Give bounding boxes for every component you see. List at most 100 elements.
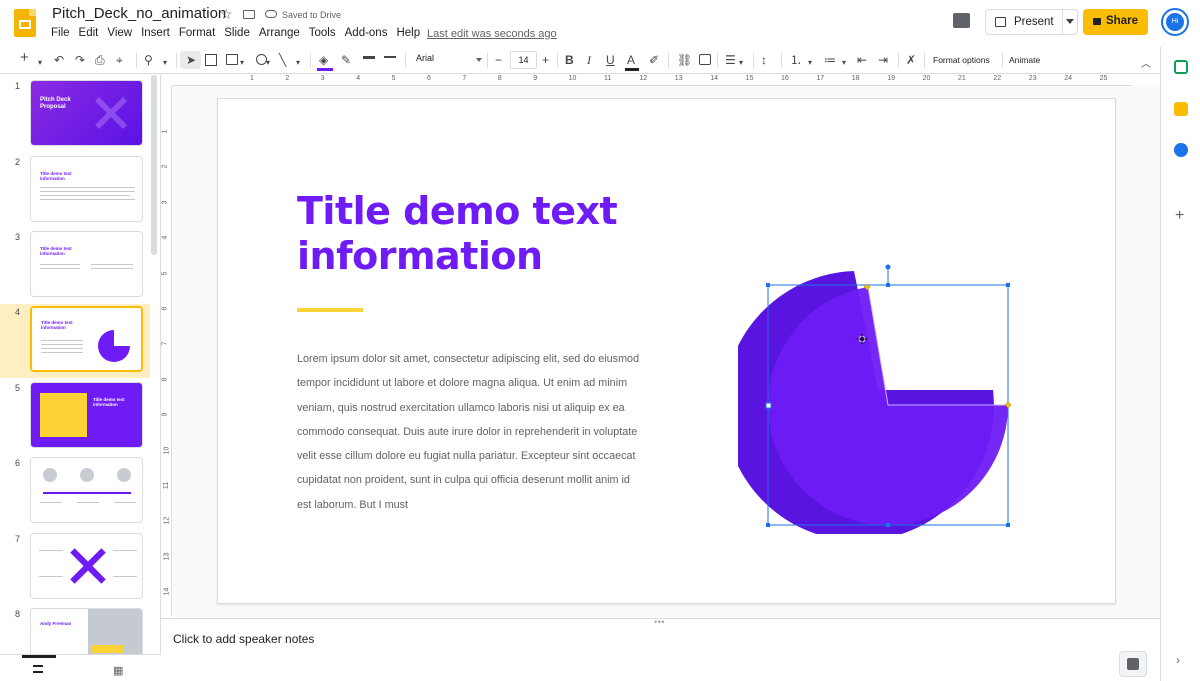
numbered-list-icon[interactable]: ⒈	[790, 52, 802, 68]
text-box-icon[interactable]	[205, 54, 217, 66]
resize-handle-bl	[766, 523, 770, 527]
menu-insert[interactable]: Insert	[141, 27, 170, 39]
print-icon[interactable]: ⎙	[95, 52, 105, 68]
menu-addons[interactable]: Add-ons	[345, 27, 388, 39]
decrease-font-size-icon[interactable]: −	[495, 52, 502, 68]
menu-help[interactable]: Help	[396, 27, 420, 39]
tasks-icon[interactable]	[1174, 143, 1188, 157]
comment-history-icon[interactable]	[953, 13, 970, 28]
fill-color-icon[interactable]: ◈	[319, 52, 328, 68]
line-spacing-icon[interactable]: ↕	[761, 52, 767, 68]
clear-formatting-icon[interactable]: ✗	[906, 52, 916, 68]
add-comment-icon[interactable]	[699, 54, 711, 65]
ruler-h-number: 9	[533, 75, 538, 82]
paint-format-icon[interactable]: ⌖	[116, 52, 123, 68]
slide-thumbnail-2[interactable]: Title demo text information	[30, 156, 143, 222]
numbered-list-dropdown-icon[interactable]: ▾	[808, 55, 812, 71]
zoom-icon[interactable]: ⚲	[144, 52, 153, 68]
undo-icon[interactable]: ↶	[54, 52, 64, 68]
slide-body-text[interactable]: Lorem ipsum dolor sit amet, consectetur …	[297, 347, 642, 517]
add-addon-icon[interactable]: +	[1175, 207, 1184, 225]
new-slide-dropdown-icon[interactable]: ▾	[38, 55, 42, 71]
slide-canvas[interactable]: Title demo text information Lorem ipsum …	[217, 98, 1116, 604]
menu-edit[interactable]: Edit	[79, 27, 99, 39]
slide-thumbnail-7[interactable]	[30, 533, 143, 599]
new-slide-icon[interactable]: +	[20, 50, 29, 66]
present-button[interactable]: Present	[985, 9, 1078, 35]
slide-thumbnail-6[interactable]	[30, 457, 143, 523]
menu-view[interactable]: View	[107, 27, 132, 39]
explore-button[interactable]	[1119, 651, 1147, 677]
collapse-toolbar-icon[interactable]: ︿	[1141, 55, 1151, 70]
slide-title[interactable]: Title demo text information	[297, 189, 677, 279]
increase-indent-icon[interactable]: ⇥	[878, 52, 888, 68]
bulleted-list-dropdown-icon[interactable]: ▾	[842, 55, 846, 71]
star-icon[interactable]: ☆	[220, 6, 233, 23]
format-options-button[interactable]: Format options	[933, 55, 990, 65]
filmstrip: 1 Pitch Deck Proposal 2 Title demo text …	[0, 75, 161, 681]
border-dash-icon[interactable]	[384, 56, 396, 58]
slide-thumbnail-4[interactable]: Title demo text information	[30, 306, 143, 372]
bold-icon[interactable]: B	[565, 52, 574, 68]
last-edit-link[interactable]: Last edit was seconds ago	[427, 28, 557, 40]
select-cursor-icon[interactable]: ➤	[186, 52, 196, 68]
underline-icon[interactable]: U	[606, 52, 615, 68]
menu-file[interactable]: File	[51, 27, 70, 39]
increase-font-size-icon[interactable]: +	[542, 52, 549, 68]
menu-slide[interactable]: Slide	[224, 27, 250, 39]
slide-number: 6	[15, 458, 21, 468]
align-icon[interactable]: ☰	[725, 52, 736, 68]
ruler-h-number: 20	[922, 75, 931, 82]
ruler-v-number: 10	[163, 446, 171, 454]
filmstrip-scrollbar[interactable]	[151, 75, 157, 255]
menu-format[interactable]: Format	[179, 27, 215, 39]
thumb-timeline	[43, 492, 131, 494]
account-avatar[interactable]: Hi	[1161, 8, 1189, 36]
zoom-dropdown-icon[interactable]: ▾	[163, 55, 167, 71]
bulleted-list-icon[interactable]: ≔	[824, 52, 836, 68]
pie-shape-group[interactable]	[738, 259, 1038, 534]
insert-link-icon[interactable]: ⛓	[677, 52, 692, 68]
speaker-notes-placeholder[interactable]: Click to add speaker notes	[173, 632, 314, 646]
align-dropdown-icon[interactable]: ▾	[739, 55, 743, 71]
slide-thumbnail-3[interactable]: Title demo text information	[30, 231, 143, 297]
text-color-icon[interactable]: A	[627, 52, 635, 68]
decrease-indent-icon[interactable]: ⇤	[857, 52, 867, 68]
keep-icon[interactable]	[1174, 102, 1188, 116]
shape-dropdown-icon[interactable]: ▾	[266, 55, 270, 71]
font-dropdown-icon[interactable]	[476, 58, 482, 62]
move-folder-icon[interactable]	[243, 10, 255, 19]
italic-icon[interactable]: I	[587, 52, 591, 68]
font-size-input[interactable]: 14	[510, 51, 537, 69]
ruler-h-number: 17	[816, 75, 825, 82]
speaker-notes-panel[interactable]: • • • Click to add speaker notes	[161, 617, 1161, 681]
present-dropdown-icon[interactable]	[1066, 19, 1074, 24]
line-icon[interactable]: ╲	[279, 52, 286, 68]
grid-view-icon[interactable]: ▦	[113, 664, 123, 677]
border-color-icon[interactable]: ✎	[341, 52, 351, 68]
ruler-v-number: 6	[161, 306, 169, 311]
share-button[interactable]: Share	[1083, 9, 1148, 35]
font-select[interactable]: Arial	[416, 53, 434, 63]
view-toggle-bar: ▦	[0, 654, 161, 681]
line-dropdown-icon[interactable]: ▾	[296, 55, 300, 71]
redo-icon[interactable]: ↷	[75, 52, 85, 68]
animate-button[interactable]: Animate	[1009, 55, 1040, 65]
document-title[interactable]: Pitch_Deck_no_animation	[52, 5, 226, 22]
ruler-v-number: 8	[161, 377, 169, 382]
filmstrip-view-icon[interactable]	[33, 665, 43, 673]
slide-thumbnail-5[interactable]: Title demo text information	[30, 382, 143, 448]
menu-arrange[interactable]: Arrange	[259, 27, 300, 39]
slides-logo-icon[interactable]	[14, 9, 36, 37]
image-dropdown-icon[interactable]: ▾	[240, 55, 244, 71]
slide-thumbnail-1[interactable]: Pitch Deck Proposal	[30, 80, 143, 146]
expand-panel-icon[interactable]: ›	[1176, 653, 1180, 667]
menu-tools[interactable]: Tools	[309, 27, 336, 39]
border-weight-icon[interactable]	[363, 56, 375, 59]
calendar-icon[interactable]	[1174, 60, 1188, 74]
notes-resize-handle[interactable]: • • •	[654, 617, 665, 627]
slide-number: 5	[15, 383, 21, 393]
insert-image-icon[interactable]	[226, 54, 238, 65]
title-accent-bar[interactable]	[297, 308, 363, 312]
highlight-color-icon[interactable]: ✐	[649, 52, 659, 68]
